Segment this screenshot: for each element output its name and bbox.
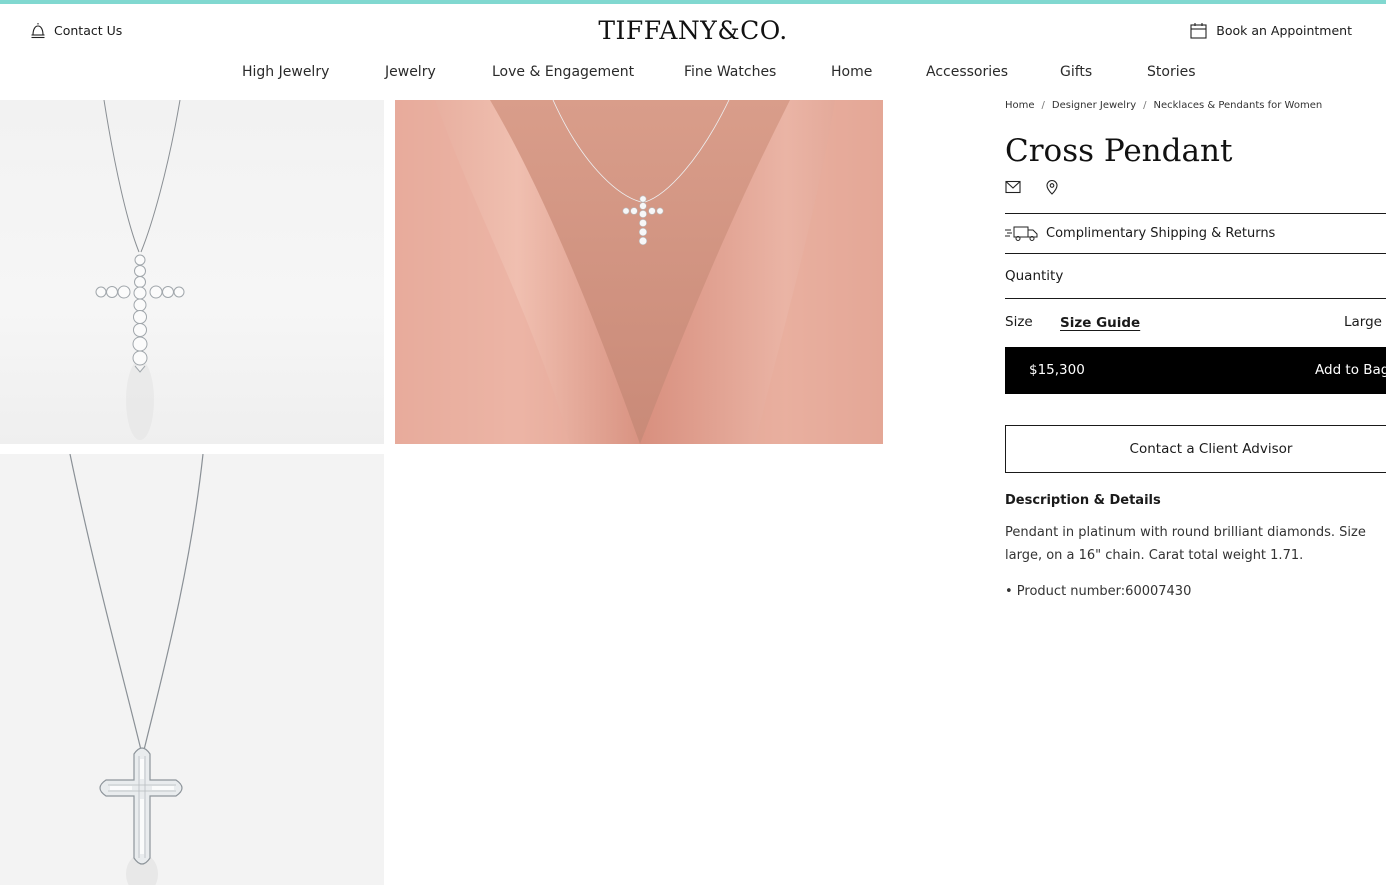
truck-icon: [1005, 226, 1038, 241]
breadcrumb-home[interactable]: Home: [1005, 100, 1035, 111]
product-actions: [1005, 179, 1060, 195]
product-image-front[interactable]: [0, 100, 384, 444]
main-nav: High Jewelry Jewelry Love & Engagement F…: [0, 64, 1386, 84]
price: $15,300: [1029, 362, 1085, 378]
contact-advisor-label: Contact a Client Advisor: [1129, 441, 1293, 457]
nav-item-stories[interactable]: Stories: [1147, 64, 1196, 80]
shipping-label: Complimentary Shipping & Returns: [1046, 225, 1276, 241]
product-info-panel: Home / Designer Jewelry / Necklaces & Pendan…: [1005, 100, 1386, 885]
size-guide-link[interactable]: Size Guide: [1060, 315, 1140, 331]
nav-item-fine-watches[interactable]: Fine Watches: [684, 64, 776, 80]
add-to-bag-button[interactable]: $15,300 Add to Bag: [1005, 347, 1386, 394]
nav-item-jewelry[interactable]: Jewelry: [385, 64, 436, 80]
breadcrumb-separator: /: [1143, 100, 1147, 111]
book-appointment-link[interactable]: Book an Appointment: [1190, 22, 1352, 39]
site-header: Contact Us TIFFANY&CO. Book an Appointme…: [0, 4, 1386, 100]
product-title: Cross Pendant: [1005, 133, 1233, 169]
description-text: Pendant in platinum with round brilliant…: [1005, 525, 1366, 563]
divider: [1005, 253, 1386, 254]
product-image-model[interactable]: [395, 100, 883, 444]
breadcrumb-designer-jewelry[interactable]: Designer Jewelry: [1052, 100, 1136, 111]
nav-item-accessories[interactable]: Accessories: [926, 64, 1008, 80]
nav-item-love-engagement[interactable]: Love & Engagement: [492, 64, 634, 80]
calendar-icon: [1190, 23, 1207, 39]
pin-icon[interactable]: [1044, 179, 1060, 195]
contact-advisor-button[interactable]: Contact a Client Advisor: [1005, 425, 1386, 473]
book-appointment-label: Book an Appointment: [1216, 23, 1352, 38]
breadcrumb: Home / Designer Jewelry / Necklaces & Pendan…: [1005, 100, 1322, 111]
add-to-bag-label: Add to Bag: [1315, 362, 1386, 378]
quantity-label[interactable]: Quantity: [1005, 268, 1063, 284]
size-value[interactable]: Large: [1344, 314, 1382, 330]
nav-item-home[interactable]: Home: [831, 64, 872, 80]
shipping-info: Complimentary Shipping & Returns: [1005, 224, 1275, 242]
brand-logo[interactable]: TIFFANY&CO.: [0, 16, 1386, 45]
breadcrumb-necklaces-pendants[interactable]: Necklaces & Pendants for Women: [1154, 100, 1323, 111]
size-label: Size: [1005, 314, 1033, 330]
breadcrumb-separator: /: [1041, 100, 1045, 111]
nav-item-high-jewelry[interactable]: High Jewelry: [242, 64, 329, 80]
divider: [1005, 213, 1386, 214]
nav-item-gifts[interactable]: Gifts: [1060, 64, 1092, 80]
product-image-side[interactable]: [0, 454, 384, 885]
divider: [1005, 298, 1386, 299]
product-number: • Product number:60007430: [1005, 584, 1192, 599]
description-heading[interactable]: Description & Details: [1005, 493, 1161, 508]
email-icon[interactable]: [1005, 179, 1021, 195]
